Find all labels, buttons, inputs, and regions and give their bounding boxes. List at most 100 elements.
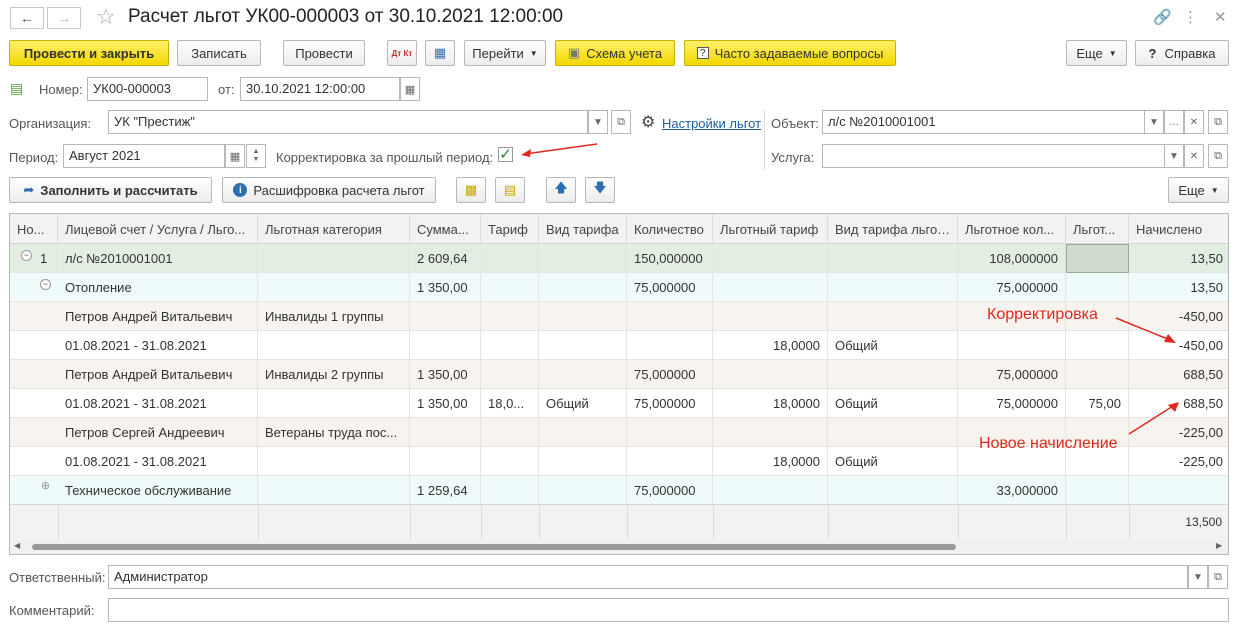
col-tariff-type[interactable]: Вид тарифа — [539, 214, 627, 244]
table-row[interactable]: 01.08.2021 - 31.08.2021 1 350,00 18,0...… — [10, 389, 1228, 418]
period-calendar-button[interactable]: ▦ — [225, 144, 245, 168]
favorite-star-icon[interactable]: ☆ — [96, 4, 116, 30]
row-priv-tariff-type: Общий — [828, 447, 958, 476]
close-icon[interactable]: ✕ — [1214, 8, 1227, 26]
row-priv-tariff — [713, 418, 828, 447]
more-button[interactable]: Еще ▼ — [1066, 40, 1127, 66]
object-open-button[interactable]: ⧉ — [1208, 110, 1228, 134]
scroll-left-icon[interactable]: ◀ — [14, 541, 20, 550]
organization-open-button[interactable]: ⧉ — [611, 110, 631, 134]
footer-divider — [1066, 505, 1067, 541]
annotation-correction: Корректировка — [987, 306, 1098, 323]
help-button[interactable]: ? Справка — [1135, 40, 1229, 66]
chevron-down-icon: ▼ — [1169, 150, 1179, 162]
table-row[interactable]: ⊕ Техническое обслуживание 1 259,64 75,0… — [10, 476, 1228, 505]
row-sum — [410, 447, 481, 476]
row-priv-tariff-type — [828, 244, 958, 273]
row-category — [258, 331, 410, 360]
object-field[interactable]: л/с №2010001001 — [822, 110, 1146, 134]
fill-calculate-button[interactable]: ➦ Заполнить и рассчитать — [9, 177, 212, 203]
object-clear-button[interactable]: ✕ — [1184, 110, 1204, 134]
organization-dropdown-button[interactable]: ▼ — [588, 110, 608, 134]
service-open-button[interactable]: ⧉ — [1208, 144, 1228, 168]
write-button[interactable]: Записать — [177, 40, 261, 66]
link-icon[interactable]: 🔗 — [1153, 8, 1172, 26]
scroll-right-icon[interactable]: ▶ — [1216, 541, 1222, 550]
row-tariff — [481, 360, 539, 389]
expand-icon[interactable]: ⊕ — [40, 481, 51, 493]
service-dropdown-button[interactable]: ▼ — [1164, 144, 1184, 168]
row-account: Техническое обслуживание — [58, 476, 258, 505]
faq-button[interactable]: ? Часто задаваемые вопросы — [684, 40, 896, 66]
gear-icon[interactable]: ⚙ — [641, 112, 655, 132]
service-field[interactable] — [822, 144, 1168, 168]
col-quantity[interactable]: Количество — [627, 214, 713, 244]
dt-kt-icon: Дт Кт — [391, 48, 413, 58]
col-tariff[interactable]: Тариф — [481, 214, 539, 244]
forward-button[interactable]: → — [47, 7, 81, 29]
goto-button[interactable]: Перейти ▼ — [464, 40, 546, 66]
post-and-close-button[interactable]: Провести и закрыть — [9, 40, 169, 66]
row-tariff-type — [539, 447, 627, 476]
organization-field[interactable]: УК "Престиж" — [108, 110, 588, 134]
col-category[interactable]: Льготная категория — [258, 214, 410, 244]
table-row[interactable]: − Отопление 1 350,00 75,000000 75,000000… — [10, 273, 1228, 302]
col-account[interactable]: Лицевой счет / Услуга / Льго... — [58, 214, 258, 244]
period-spinner[interactable]: ▲ ▼ — [246, 144, 266, 168]
structure-button[interactable]: ▦ — [425, 40, 455, 66]
table-row[interactable]: 01.08.2021 - 31.08.2021 18,0000 Общий -4… — [10, 331, 1228, 360]
more-vertical-icon[interactable]: ⋮ — [1183, 8, 1198, 26]
table-row[interactable]: Петров Андрей Витальевич Инвалиды 2 груп… — [10, 360, 1228, 389]
row-sum — [410, 331, 481, 360]
comment-field[interactable] — [108, 598, 1229, 622]
calendar-icon: ▦ — [229, 150, 241, 163]
scheme-button[interactable]: ▣ Схема учета — [555, 40, 675, 66]
chevron-down-icon: ▼ — [529, 48, 538, 58]
row-priv-selected-cell[interactable] — [1066, 244, 1129, 273]
col-priv-tariff-type[interactable]: Вид тарифа льготы — [828, 214, 958, 244]
col-priv[interactable]: Льгот... — [1066, 214, 1129, 244]
decode-button[interactable]: i Расшифровка расчета льгот — [222, 177, 436, 203]
col-priv-qty[interactable]: Льготное кол... — [958, 214, 1066, 244]
collapse-icon[interactable]: − — [40, 279, 51, 290]
col-number[interactable]: Но... — [10, 214, 58, 244]
number-label: Номер: — [39, 82, 83, 97]
post-button[interactable]: Провести — [283, 40, 365, 66]
footer-divider — [539, 505, 540, 541]
benefits-table[interactable]: Но... Лицевой счет / Услуга / Льго... Ль… — [9, 213, 1229, 555]
row-category: Ветераны труда пос... — [258, 418, 410, 447]
add-row-button[interactable]: ▩ — [456, 177, 486, 203]
row-tariff — [481, 476, 539, 505]
row-priv — [1066, 273, 1129, 302]
collapse-icon[interactable]: − — [21, 250, 32, 261]
table-more-button[interactable]: Еще ▼ — [1168, 177, 1229, 203]
object-select-button[interactable]: … — [1164, 110, 1184, 134]
back-button[interactable]: ← — [10, 7, 44, 29]
col-sum[interactable]: Сумма... — [410, 214, 481, 244]
calendar-button[interactable]: ▦ — [400, 77, 420, 101]
row-category — [258, 273, 410, 302]
service-clear-button[interactable]: ✕ — [1184, 144, 1204, 168]
move-up-button[interactable]: 🡅 — [546, 177, 576, 203]
scrollbar-thumb[interactable] — [32, 544, 956, 550]
responsible-dropdown-button[interactable]: ▼ — [1188, 565, 1208, 589]
table-footer: 13,500 — [10, 504, 1228, 541]
horizontal-scrollbar[interactable]: ◀ ▶ — [10, 540, 1228, 554]
object-dropdown-button[interactable]: ▼ — [1144, 110, 1164, 134]
col-accrued[interactable]: Начислено — [1129, 214, 1228, 244]
copy-row-icon: ▤ — [503, 182, 517, 197]
move-down-button[interactable]: 🡇 — [585, 177, 615, 203]
col-priv-tariff[interactable]: Льготный тариф — [713, 214, 828, 244]
dt-kt-button[interactable]: Дт Кт — [387, 40, 417, 66]
responsible-open-button[interactable]: ⧉ — [1208, 565, 1228, 589]
row-accrued — [1129, 476, 1228, 505]
period-field[interactable]: Август 2021 — [63, 144, 225, 168]
copy-row-button[interactable]: ▤ — [495, 177, 525, 203]
date-field[interactable]: 30.10.2021 12:00:00 — [240, 77, 400, 101]
more-label: Еще — [1076, 45, 1103, 61]
number-field[interactable]: УК00-000003 — [87, 77, 208, 101]
responsible-field[interactable]: Администратор — [108, 565, 1188, 589]
table-row[interactable]: 1 − л/с №2010001001 2 609,64 150,000000 … — [10, 244, 1228, 273]
correction-checkbox[interactable]: ✓ — [498, 147, 513, 162]
settings-link[interactable]: Настройки льгот — [662, 116, 761, 131]
